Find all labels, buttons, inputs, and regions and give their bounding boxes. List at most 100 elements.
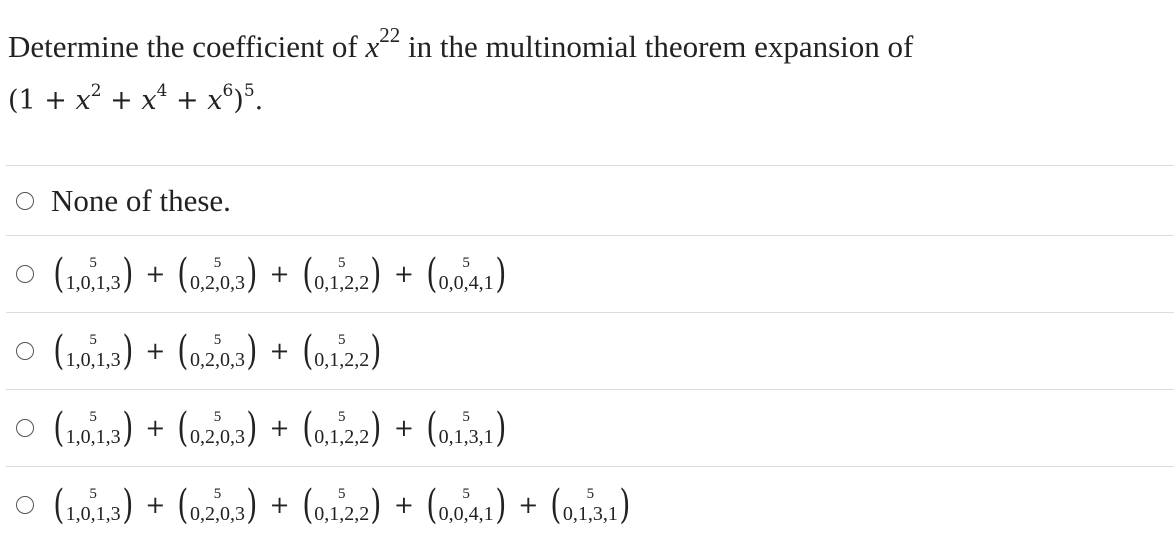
poly-term-sep: +: [101, 85, 142, 116]
binom-bottom-values: 0,2,0,3: [189, 271, 245, 294]
right-paren: ): [121, 328, 133, 374]
binom-bottom-values: 0,1,3,1: [438, 425, 494, 448]
multinomial-coefficient: (5 0,1,2,2): [300, 331, 384, 371]
plus-sign: +: [145, 414, 166, 442]
poly-open: (1 +: [8, 85, 76, 116]
answer-option[interactable]: (5 1,0,1,3) +(5 0,2,0,3) +(5 0,1,2,2) +(5 0,1,3…: [6, 389, 1174, 466]
left-paren: (: [301, 405, 313, 451]
multinomial-sum: (5 1,0,1,3) +(5 0,2,0,3) +(5 0,1,2,2) +(5 0,1,3…: [51, 408, 508, 448]
plus-sign: +: [393, 491, 414, 519]
binom-stack: 5 0,2,0,3: [189, 254, 245, 294]
right-paren: ): [494, 251, 506, 297]
option-content: (5 1,0,1,3) +(5 0,2,0,3) +(5 0,1,2,2) +(5 0,1,3…: [51, 408, 508, 448]
plus-sign: +: [145, 491, 166, 519]
radio-button[interactable]: [16, 342, 34, 360]
binom-stack: 5 0,2,0,3: [189, 485, 245, 525]
answer-option[interactable]: (5 1,0,1,3) +(5 0,2,0,3) +(5 0,1,2,2): [6, 312, 1174, 389]
binom-top-value: 5: [338, 254, 346, 271]
binom-top-value: 5: [338, 485, 346, 502]
right-paren: ): [246, 251, 258, 297]
binom-stack: 5 0,0,4,1: [439, 255, 494, 293]
right-paren: ): [370, 251, 382, 297]
question-exponent: 22: [379, 22, 401, 47]
binom-bottom-values: 0,1,2,2: [314, 271, 370, 294]
binom-top-value: 5: [213, 254, 222, 271]
binom-top-value: 5: [462, 485, 470, 502]
multinomial-coefficient: (5 1,0,1,3): [51, 485, 135, 525]
binom-top-value: 5: [213, 485, 222, 502]
multinomial-coefficient: (5 0,1,3,1): [424, 408, 508, 448]
left-paren: (: [177, 251, 189, 297]
poly-close: ): [233, 85, 244, 116]
left-paren: (: [53, 405, 65, 451]
answer-option[interactable]: (5 1,0,1,3) +(5 0,2,0,3) +(5 0,1,2,2) +(5 0,0,4…: [6, 466, 1174, 543]
binom-stack: 5 0,1,2,2: [314, 254, 370, 294]
multinomial-coefficient: (5 0,1,2,2): [300, 485, 384, 525]
radio-button[interactable]: [16, 191, 34, 210]
poly-period: .: [254, 85, 264, 116]
multinomial-coefficient: (5 0,1,2,2): [300, 408, 384, 448]
radio-button[interactable]: [16, 496, 34, 514]
poly-term-var: x: [75, 85, 91, 116]
multinomial-coefficient: (5 1,0,1,3): [51, 408, 135, 448]
right-paren: ): [494, 405, 506, 451]
binom-bottom-values: 0,0,4,1: [438, 502, 494, 525]
option-content: (5 1,0,1,3) +(5 0,2,0,3) +(5 0,1,2,2) +(5 0,0,4…: [51, 485, 633, 525]
left-paren: (: [426, 482, 438, 528]
left-paren: (: [550, 482, 562, 528]
multinomial-coefficient: (5 0,0,4,1): [424, 485, 508, 525]
poly-term-var: x: [141, 85, 157, 116]
answer-option[interactable]: (5 1,0,1,3) +(5 0,2,0,3) +(5 0,1,2,2) +(5 0,0,4…: [6, 235, 1174, 312]
binom-top-value: 5: [462, 408, 470, 425]
binom-top-value: 5: [89, 485, 97, 502]
radio-button[interactable]: [16, 265, 34, 283]
poly-outer-exp: 5: [243, 81, 255, 101]
left-paren: (: [301, 251, 313, 297]
poly-term-var: x: [207, 85, 223, 116]
binom-bottom-values: 1,0,1,3: [65, 425, 121, 448]
plus-sign: +: [393, 260, 414, 288]
binom-stack: 5 0,1,2,2: [314, 485, 370, 525]
plus-sign: +: [393, 414, 414, 442]
left-paren: (: [426, 251, 438, 297]
multinomial-coefficient: (5 0,2,0,3): [175, 485, 259, 525]
multinomial-coefficient: (5 0,1,2,2): [300, 254, 384, 294]
binom-top-value: 5: [338, 408, 346, 425]
option-content: None of these.: [51, 183, 231, 219]
option-label: None of these.: [51, 182, 231, 218]
left-paren: (: [426, 405, 438, 451]
multinomial-sum: (5 1,0,1,3) +(5 0,2,0,3) +(5 0,1,2,2) +(5 0,0,4…: [51, 485, 633, 525]
plus-sign: +: [145, 337, 166, 365]
answer-option[interactable]: None of these.: [6, 165, 1174, 235]
binom-stack: 5 1,0,1,3: [66, 485, 121, 524]
plus-sign: +: [145, 260, 166, 288]
question-suffix: in the multinomial theorem expansion of: [400, 29, 914, 64]
binom-bottom-values: 0,1,2,2: [314, 425, 370, 448]
binom-bottom-values: 0,2,0,3: [189, 502, 245, 525]
binom-stack: 5 0,1,3,1: [563, 486, 618, 524]
binom-top-value: 5: [89, 254, 97, 271]
binom-top-value: 5: [338, 331, 346, 348]
multinomial-coefficient: (5 0,2,0,3): [175, 408, 259, 448]
binom-top-value: 5: [89, 408, 97, 425]
binom-bottom-values: 0,1,2,2: [314, 348, 370, 371]
left-paren: (: [301, 328, 313, 374]
radio-button[interactable]: [16, 419, 34, 437]
binom-top-value: 5: [89, 331, 97, 348]
binom-bottom-values: 0,2,0,3: [189, 348, 245, 371]
plus-sign: +: [269, 491, 290, 519]
question-text: Determine the coefficient of x22 in the …: [8, 22, 1168, 126]
left-paren: (: [177, 482, 189, 528]
multinomial-sum: (5 1,0,1,3) +(5 0,2,0,3) +(5 0,1,2,2) +(5 0,0,4…: [51, 254, 508, 294]
binom-bottom-values: 1,0,1,3: [65, 348, 121, 371]
left-paren: (: [177, 405, 189, 451]
right-paren: ): [370, 482, 382, 528]
binom-stack: 5 1,0,1,3: [66, 254, 121, 293]
right-paren: ): [246, 482, 258, 528]
binom-stack: 5 1,0,1,3: [65, 408, 121, 448]
binom-stack: 5 0,2,0,3: [190, 409, 245, 447]
binom-bottom-values: 0,1,2,2: [314, 502, 370, 525]
multinomial-coefficient: (5 0,0,4,1): [424, 254, 508, 294]
binom-stack: 5 0,2,0,3: [189, 332, 245, 371]
left-paren: (: [301, 482, 313, 528]
